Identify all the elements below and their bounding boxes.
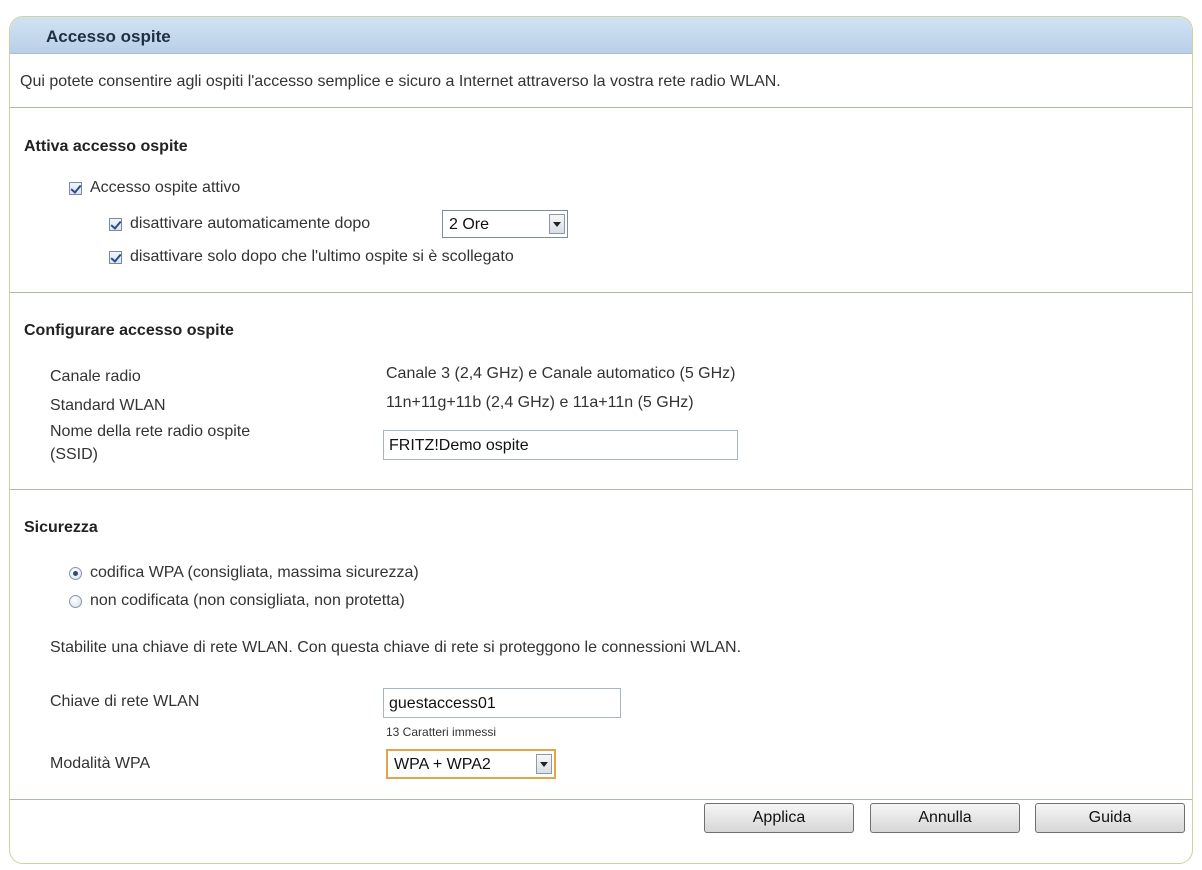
ssid-input[interactable]: FRITZ!Demo ospite [383, 430, 738, 460]
divider [10, 489, 1192, 490]
standard-label: Standard WLAN [50, 397, 166, 414]
section-title-activate: Attiva accesso ospite [24, 138, 188, 155]
no-encryption-radio[interactable] [69, 595, 82, 608]
wpa-mode-label: Modalità WPA [50, 755, 151, 772]
cancel-button[interactable]: Annulla [870, 803, 1020, 833]
auto-disable-label: disattivare automaticamente dopo [130, 215, 371, 232]
guest-access-active-checkbox[interactable] [69, 182, 82, 195]
guest-access-active-label: Accesso ospite attivo [90, 179, 241, 196]
section-title-configure: Configurare accesso ospite [24, 322, 234, 339]
divider [10, 799, 1192, 800]
page-title: Accesso ospite [46, 27, 171, 46]
network-key-label: Chiave di rete WLAN [50, 693, 200, 710]
section-title-security: Sicurezza [24, 519, 98, 536]
auto-disable-checkbox[interactable] [109, 218, 122, 231]
standard-value: 11n+11g+11b (2,4 GHz) e 11a+11n (5 GHz) [386, 394, 694, 411]
auto-disable-duration-select[interactable]: 2 Ore [442, 210, 568, 238]
disable-after-last-label: disattivare solo dopo che l'ultimo ospit… [130, 248, 514, 265]
divider [10, 292, 1192, 293]
panel-header: Accesso ospite [10, 17, 1192, 54]
wpa-encryption-radio[interactable] [69, 567, 82, 580]
channel-value: Canale 3 (2,4 GHz) e Canale automatico (… [386, 365, 736, 382]
key-character-counter: 13 Caratteri immessi [386, 725, 497, 739]
ssid-label-line1: Nome della rete radio ospite [50, 423, 251, 440]
guest-access-panel: Accesso ospite Qui potete consentire agl… [9, 16, 1193, 864]
chevron-down-icon[interactable] [549, 214, 565, 234]
security-hint: Stabilite una chiave di rete WLAN. Con q… [50, 639, 742, 656]
network-key-input[interactable]: guestaccess01 [383, 688, 621, 718]
disable-after-last-checkbox[interactable] [109, 251, 122, 264]
intro-text: Qui potete consentire agli ospiti l'acce… [20, 73, 781, 90]
chevron-down-icon[interactable] [536, 754, 552, 774]
wpa-mode-value: WPA + WPA2 [394, 756, 491, 773]
divider [10, 107, 1192, 108]
help-button[interactable]: Guida [1035, 803, 1185, 833]
wpa-mode-select[interactable]: WPA + WPA2 [386, 749, 556, 779]
channel-label: Canale radio [50, 368, 141, 385]
wpa-encryption-label: codifica WPA (consigliata, massima sicur… [90, 564, 419, 581]
auto-disable-duration-value: 2 Ore [449, 216, 490, 233]
no-encryption-label: non codificata (non consigliata, non pro… [90, 592, 405, 609]
ssid-label-line2: (SSID) [50, 446, 98, 463]
apply-button[interactable]: Applica [704, 803, 854, 833]
